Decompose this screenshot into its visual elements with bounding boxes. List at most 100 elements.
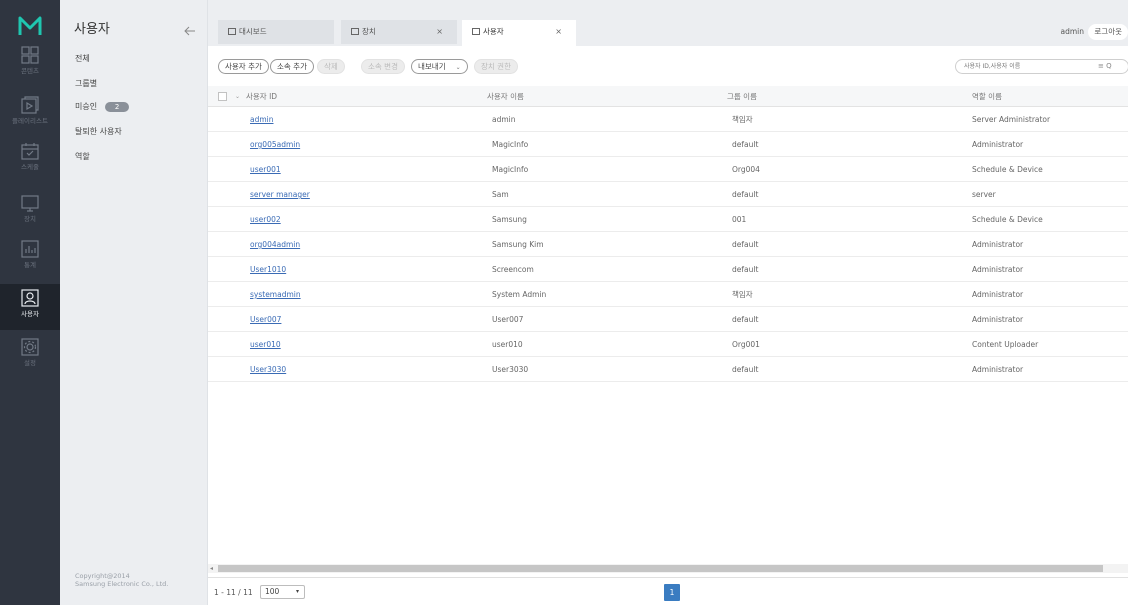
user-name-cell: Samsung Kim: [492, 240, 544, 249]
change-org-button[interactable]: 소속 변경: [361, 59, 405, 74]
column-header-group-name[interactable]: 그룹 이름: [727, 86, 757, 107]
rail-item-schedule[interactable]: 스케줄: [0, 142, 60, 188]
sidebar-item-role[interactable]: 역할: [75, 151, 90, 162]
device-icon: [351, 27, 359, 35]
page-button-current[interactable]: 1: [664, 584, 680, 601]
device-permission-button[interactable]: 장치 권한: [474, 59, 518, 74]
close-icon[interactable]: ×: [555, 20, 562, 44]
tab-device[interactable]: 장치 ×: [341, 20, 457, 44]
current-user: admin: [1060, 27, 1085, 36]
rail-item-playlist[interactable]: 플레이리스트: [0, 96, 60, 142]
schedule-calendar-icon: [21, 143, 39, 160]
role-name-cell: Administrator: [972, 240, 1024, 249]
sidebar-item-label: 미승인: [75, 102, 98, 111]
rail-item-label: 사용자: [21, 310, 39, 318]
user-id-link[interactable]: user002: [250, 207, 281, 232]
table-row[interactable]: User007 User007 default Administrator: [208, 307, 1128, 332]
search-icon[interactable]: ≡ Q: [1098, 62, 1112, 70]
user-id-link[interactable]: user001: [250, 157, 281, 182]
add-org-button[interactable]: 소속 추가: [270, 59, 314, 74]
delete-button[interactable]: 삭제: [317, 59, 345, 74]
scroll-left-icon[interactable]: ◂: [210, 564, 213, 573]
device-monitor-icon: [21, 195, 39, 212]
group-name-cell: default: [732, 140, 759, 149]
rail-item-label: 장치: [24, 215, 36, 223]
collapse-arrow-icon[interactable]: [184, 26, 196, 36]
user-name-cell: MagicInfo: [492, 165, 529, 174]
copyright-line: Copyright@2014: [75, 572, 130, 580]
table-row[interactable]: server manager Sam default server: [208, 182, 1128, 207]
user-id-link[interactable]: User1010: [250, 257, 286, 282]
rail-item-contents[interactable]: 콘텐츠: [0, 46, 60, 92]
rail-item-settings[interactable]: 설정: [0, 338, 60, 384]
add-user-button[interactable]: 사용자 추가: [218, 59, 269, 74]
chevron-down-icon: ⌄: [455, 64, 461, 71]
dashboard-icon: [228, 27, 236, 35]
user-id-link[interactable]: User3030: [250, 357, 286, 382]
group-name-cell: default: [732, 240, 759, 249]
table-row[interactable]: user002 Samsung 001 Schedule & Device: [208, 207, 1128, 232]
sidebar-item-by-group[interactable]: 그룹별: [75, 78, 97, 89]
chevron-down-icon[interactable]: ⌄: [235, 86, 240, 107]
role-name-cell: Administrator: [972, 365, 1024, 374]
page-size-select[interactable]: 100 ▾: [260, 585, 305, 599]
user-id-link[interactable]: user010: [250, 332, 281, 357]
rail-item-label: 설정: [24, 359, 36, 367]
table-row[interactable]: User3030 User3030 default Administrator: [208, 357, 1128, 382]
table-row[interactable]: org004admin Samsung Kim default Administrat…: [208, 232, 1128, 257]
sidebar-item-all[interactable]: 전체: [75, 53, 90, 64]
export-dropdown[interactable]: 내보내기 ⌄: [411, 59, 468, 74]
table-row[interactable]: admin admin 책임자 Server Administrator: [208, 107, 1128, 132]
settings-gear-icon: [21, 338, 39, 356]
logout-button[interactable]: 로그아웃: [1088, 24, 1128, 40]
contents-grid-icon: [21, 46, 39, 64]
table-row[interactable]: systemadmin System Admin 책임자 Administrator: [208, 282, 1128, 307]
user-id-link[interactable]: org004admin: [250, 232, 300, 257]
role-name-cell: Administrator: [972, 140, 1024, 149]
horizontal-scrollbar[interactable]: ◂: [208, 564, 1128, 573]
rail-item-device[interactable]: 장치: [0, 194, 60, 240]
table-row[interactable]: user001 MagicInfo Org004 Schedule & Device: [208, 157, 1128, 182]
user-name-cell: user010: [492, 340, 523, 349]
statistics-chart-icon: [21, 240, 39, 258]
user-name-cell: User007: [492, 315, 524, 324]
caret-down-icon: ▾: [295, 588, 299, 595]
column-header-user-name[interactable]: 사용자 이름: [487, 86, 524, 107]
scrollbar-thumb[interactable]: [218, 565, 1103, 572]
table-row[interactable]: User1010 Screencom default Administrator: [208, 257, 1128, 282]
group-name-cell: Org001: [732, 340, 760, 349]
group-name-cell: 책임자: [732, 290, 753, 299]
close-icon[interactable]: ×: [436, 20, 443, 44]
app-logo-icon[interactable]: [18, 14, 42, 38]
select-all-checkbox[interactable]: [218, 92, 227, 101]
user-name-cell: admin: [492, 115, 516, 124]
rail-item-statistics[interactable]: 통계: [0, 240, 60, 286]
user-id-link[interactable]: User007: [250, 307, 281, 332]
unapproved-count-badge: 2: [105, 102, 130, 112]
rail-item-user[interactable]: 사용자: [0, 284, 60, 330]
sidebar-title: 사용자: [74, 22, 110, 37]
user-name-cell: User3030: [492, 365, 529, 374]
table-row[interactable]: org005admin MagicInfo default Administrator: [208, 132, 1128, 157]
pagination-footer: 1 - 11 / 11 100 ▾ 1: [208, 577, 1128, 605]
user-icon: [21, 289, 39, 307]
sidebar-item-unapproved[interactable]: 미승인 2: [75, 101, 130, 112]
tab-user[interactable]: 사용자 ×: [462, 20, 576, 46]
user-id-link[interactable]: admin: [250, 107, 274, 132]
tab-bar: 대시보드 장치 × 사용자 × admin 로그아웃: [208, 0, 1128, 46]
column-header-role-name[interactable]: 역할 이름: [972, 86, 1002, 107]
tab-dashboard[interactable]: 대시보드: [218, 20, 334, 44]
sidebar-item-withdrawn[interactable]: 탈퇴한 사용자: [75, 126, 122, 137]
user-id-link[interactable]: org005admin: [250, 132, 300, 157]
role-name-cell: Server Administrator: [972, 115, 1051, 124]
group-name-cell: Org004: [732, 165, 760, 174]
user-id-link[interactable]: systemadmin: [250, 282, 301, 307]
column-header-user-id[interactable]: 사용자 ID: [246, 86, 277, 107]
user-id-link[interactable]: server manager: [250, 182, 310, 207]
rail-item-label: 통계: [24, 261, 36, 269]
rail-item-label: 플레이리스트: [12, 117, 48, 125]
user-name-cell: Sam: [492, 190, 509, 199]
table-row[interactable]: user010 user010 Org001 Content Uploader: [208, 332, 1128, 357]
user-name-cell: Screencom: [492, 265, 534, 274]
user-name-cell: MagicInfo: [492, 140, 529, 149]
